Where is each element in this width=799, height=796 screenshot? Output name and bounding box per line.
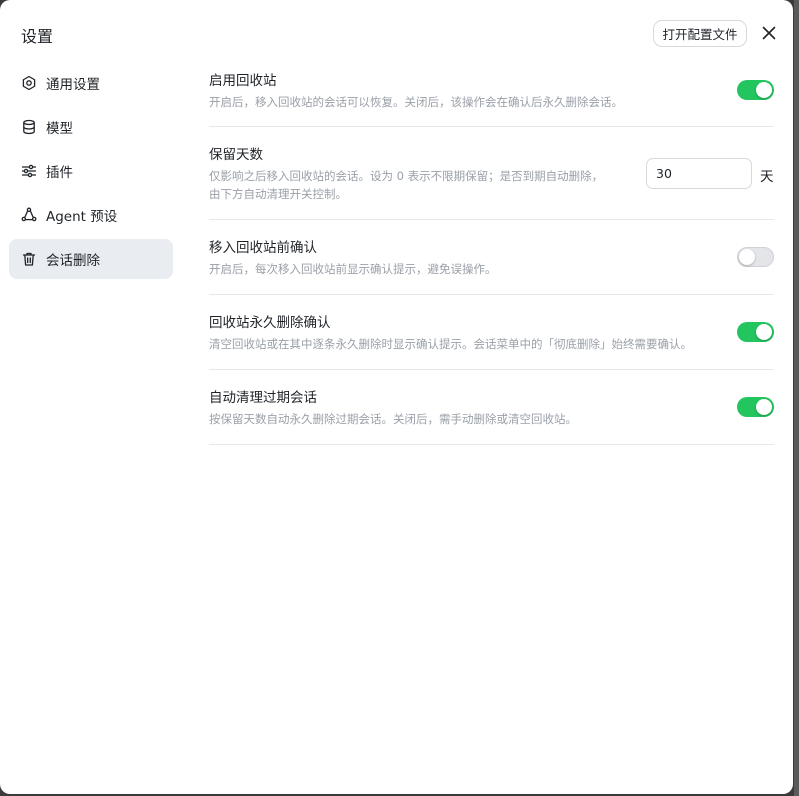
setting-title: 启用回收站 [209, 73, 277, 89]
setting-description: 按保留天数自动永久删除过期会话。关闭后，需手动删除或清空回收站。 [209, 412, 577, 426]
settings-dialog: 设置 打开配置文件 通用设置 模型 插件 Agent 预设 会话删除 启用回收站… [0, 0, 793, 794]
window-scrollbar[interactable] [794, 0, 799, 796]
gear-icon [22, 75, 36, 91]
setting-enable-recycle-bin: 启用回收站 开启后，移入回收站的会话可以恢复。关闭后，该操作会在确认后永久删除会… [209, 64, 774, 127]
open-config-button[interactable]: 打开配置文件 [653, 20, 747, 47]
setting-permanent-delete-confirm: 回收站永久删除确认 清空回收站或在其中逐条永久删除时显示确认提示。会话菜单中的「… [209, 295, 774, 370]
sidebar-item-label: 模型 [46, 121, 73, 137]
sidebar-item-label: 通用设置 [46, 77, 100, 93]
trash-icon [22, 252, 36, 266]
sidebar-item-label: 会话删除 [46, 253, 100, 269]
setting-description: 清空回收站或在其中逐条永久删除时显示确认提示。会话菜单中的「彻底删除」始终需要确… [209, 337, 692, 351]
close-icon[interactable] [760, 24, 778, 42]
permanent-delete-confirm-toggle[interactable] [737, 322, 774, 342]
setting-auto-clean-expired: 自动清理过期会话 按保留天数自动永久删除过期会话。关闭后，需手动删除或清空回收站… [209, 370, 774, 445]
sidebar-item-session-delete[interactable]: 会话删除 [9, 239, 173, 279]
auto-clean-expired-toggle[interactable] [737, 397, 774, 417]
database-icon [23, 119, 35, 135]
sliders-icon [21, 164, 37, 178]
retention-days-input[interactable] [646, 158, 752, 189]
sidebar-item-plugins[interactable]: 插件 [9, 151, 173, 191]
sidebar-item-label: Agent 预设 [46, 209, 118, 225]
sidebar-item-agent-presets[interactable]: Agent 预设 [9, 195, 173, 235]
confirm-before-move-toggle[interactable] [737, 247, 774, 267]
sidebar-item-general[interactable]: 通用设置 [9, 63, 173, 103]
sidebar-item-label: 插件 [46, 165, 73, 181]
retention-days-unit: 天 [760, 169, 774, 185]
sidebar: 通用设置 模型 插件 Agent 预设 会话删除 [9, 63, 173, 283]
dialog-title: 设置 [21, 27, 54, 46]
setting-description: 开启后，移入回收站的会话可以恢复。关闭后，该操作会在确认后永久删除会话。 [209, 95, 623, 109]
setting-description: 开启后，每次移入回收站前显示确认提示，避免误操作。 [209, 262, 497, 276]
enable-recycle-bin-toggle[interactable] [737, 80, 774, 100]
sidebar-item-models[interactable]: 模型 [9, 107, 173, 147]
setting-title: 移入回收站前确认 [209, 240, 317, 256]
setting-title: 自动清理过期会话 [209, 390, 317, 406]
setting-title: 回收站永久删除确认 [209, 315, 331, 331]
setting-confirm-before-move: 移入回收站前确认 开启后，每次移入回收站前显示确认提示，避免误操作。 [209, 220, 774, 295]
agent-icon [21, 207, 37, 222]
settings-content: 启用回收站 开启后，移入回收站的会话可以恢复。关闭后，该操作会在确认后永久删除会… [209, 64, 774, 445]
